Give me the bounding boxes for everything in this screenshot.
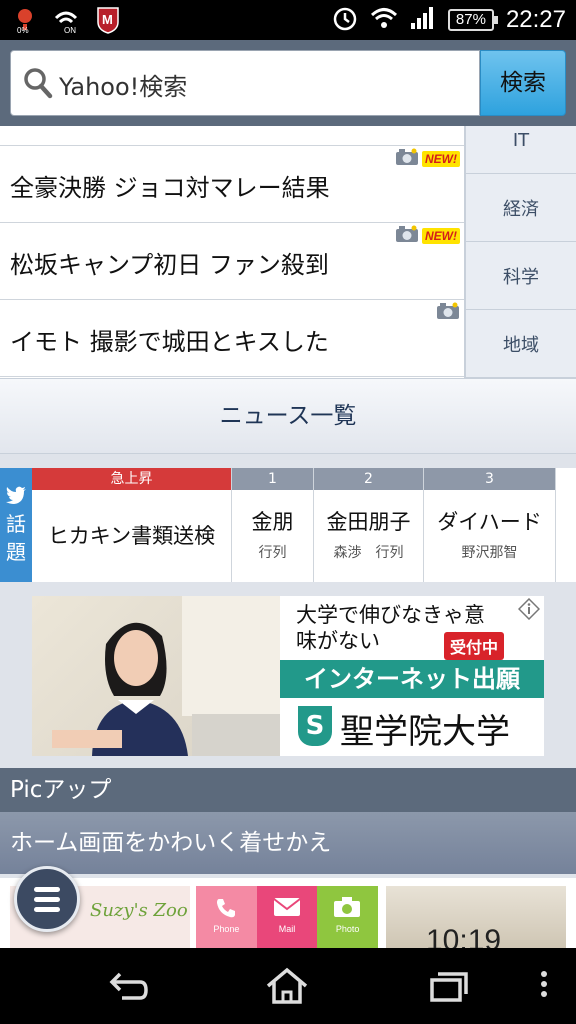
ad-university-name: 聖学院大学 xyxy=(340,712,510,752)
news-title: 松坂キャンプ初日 ファン殺到 xyxy=(10,251,329,279)
trend-rank: 2 xyxy=(314,468,423,490)
more-options-icon[interactable] xyxy=(534,966,554,1010)
trend-label-char: 題 xyxy=(6,540,26,564)
wifi-icon xyxy=(370,6,398,34)
news-section: 全豪決勝 ジョコ対マレー結果 NEW! 松坂キャンプ初日 ファン殺到 NEW! xyxy=(0,126,576,378)
phone-label: Phone xyxy=(213,924,240,934)
theme-thumbnail[interactable]: Phone Mail Photo xyxy=(196,886,379,948)
trend-label-char: 話 xyxy=(6,512,26,536)
trend-keyword: ダイハード xyxy=(437,510,542,534)
ad-badge: 受付中 xyxy=(444,632,505,660)
trend-item-1[interactable]: 1 金朋 行列 xyxy=(232,468,314,582)
pickup-subheader[interactable]: ホーム画面をかわいく着せかえ xyxy=(0,812,576,874)
trend-item-3[interactable]: 3 ダイハード 野沢那智 xyxy=(424,468,556,582)
mail-tile: Mail xyxy=(256,886,318,948)
category-economy[interactable]: 経済 xyxy=(466,174,576,242)
ad-banner[interactable]: 大学で伸びなきゃ意味がない 受付中 インターネット出願 S 聖学院大学 xyxy=(32,596,544,756)
pickup-header: Picアップ xyxy=(0,768,576,812)
ad-copy: 大学で伸びなきゃ意味がない 受付中 インターネット出願 S 聖学院大学 xyxy=(280,596,544,756)
photo-label: Photo xyxy=(335,924,360,934)
search-input[interactable]: Yahoo!検索 xyxy=(10,50,480,116)
news-list-button[interactable]: ニュース一覧 xyxy=(0,378,576,454)
camera-icon xyxy=(395,148,419,170)
status-bar: 0% ON M 87% 22:27 xyxy=(0,0,576,40)
news-top-strip xyxy=(0,126,464,146)
menu-icon xyxy=(34,887,60,892)
svg-text:0%: 0% xyxy=(17,26,29,34)
ad-band: インターネット出願 xyxy=(280,660,544,698)
mail-icon xyxy=(273,898,301,916)
theme-thumbnail[interactable]: 10:19 xyxy=(386,886,566,948)
twitter-trends-label[interactable]: 話 題 xyxy=(0,468,32,582)
photo-tile: Photo xyxy=(317,886,379,948)
svg-text:M: M xyxy=(102,12,113,27)
status-time: 22:27 xyxy=(505,6,566,33)
twitter-icon xyxy=(0,486,32,508)
trend-item-rising[interactable]: 急上昇 ヒカキン書類送検 xyxy=(32,468,232,582)
trend-rank: 急上昇 xyxy=(32,468,231,490)
news-item[interactable]: イモト 撮影で城田とキスした xyxy=(0,300,464,377)
back-icon[interactable] xyxy=(106,966,152,1010)
mcafee-icon: M xyxy=(96,6,120,38)
new-badge: NEW! xyxy=(422,151,460,167)
trend-rank: 3 xyxy=(424,468,555,490)
navigation-bar xyxy=(0,948,576,1024)
trend-keyword: ヒカキン書類送検 xyxy=(47,524,216,548)
university-logo: S xyxy=(298,706,332,746)
recent-apps-icon[interactable] xyxy=(426,966,472,1010)
category-region[interactable]: 地域 xyxy=(466,310,576,378)
trend-related: 森渉 行列 xyxy=(333,545,404,561)
signal-icon xyxy=(410,6,436,34)
news-category-column: IT 経済 科学 地域 xyxy=(464,126,576,378)
new-badge: NEW! xyxy=(422,228,460,244)
home-icon[interactable] xyxy=(264,966,310,1010)
theme-clock: 10:19 xyxy=(426,924,502,948)
camera-icon xyxy=(395,225,419,247)
trend-related: 行列 xyxy=(258,545,287,561)
news-list: 全豪決勝 ジョコ対マレー結果 NEW! 松坂キャンプ初日 ファン殺到 NEW! xyxy=(0,126,464,378)
ad-photo xyxy=(32,596,280,756)
app-content: Yahoo!検索 検索 全豪決勝 ジョコ対マレー結果 NEW! 松坂キャンプ初日… xyxy=(0,40,576,948)
trend-keyword: 金朋 xyxy=(251,510,294,534)
svg-text:ON: ON xyxy=(64,26,76,34)
notification-icon: 0% xyxy=(14,6,36,38)
trend-rank: 1 xyxy=(232,468,313,490)
phone-tile: Phone xyxy=(196,886,257,948)
category-it[interactable]: IT xyxy=(466,126,576,174)
search-bar: Yahoo!検索 検索 xyxy=(0,40,576,126)
news-item[interactable]: 全豪決勝 ジョコ対マレー結果 NEW! xyxy=(0,146,464,223)
ad-info-icon[interactable] xyxy=(517,597,541,624)
news-item[interactable]: 松坂キャンプ初日 ファン殺到 NEW! xyxy=(0,223,464,300)
search-icon xyxy=(23,67,53,103)
battery-icon: 87% xyxy=(447,9,498,31)
pickup-thumbnails: Suzy's Zoo Phone Mail Photo 10:19 xyxy=(0,878,576,948)
trend-item-2[interactable]: 2 金田朋子 森渉 行列 xyxy=(314,468,424,582)
trend-keyword: 金田朋子 xyxy=(326,510,411,534)
trend-related: 野沢那智 xyxy=(461,545,518,561)
menu-button[interactable] xyxy=(14,866,80,932)
wifi-on-icon: ON xyxy=(52,6,80,38)
alarm-icon xyxy=(332,5,358,35)
search-placeholder: Yahoo!検索 xyxy=(59,73,188,101)
theme-brand: Suzy's Zoo xyxy=(90,900,188,921)
news-title: 全豪決勝 ジョコ対マレー結果 xyxy=(10,174,330,202)
category-science[interactable]: 科学 xyxy=(466,242,576,310)
phone-icon xyxy=(217,899,235,918)
camera-icon xyxy=(436,302,460,324)
mail-label: Mail xyxy=(278,924,296,934)
news-title: イモト 撮影で城田とキスした xyxy=(10,328,329,356)
camera-icon xyxy=(334,897,361,917)
search-button[interactable]: 検索 xyxy=(480,50,566,116)
twitter-trends: 話 題 急上昇 ヒカキン書類送検 1 金朋 行列 2 金田朋子 森渉 行列 3 … xyxy=(0,468,576,582)
